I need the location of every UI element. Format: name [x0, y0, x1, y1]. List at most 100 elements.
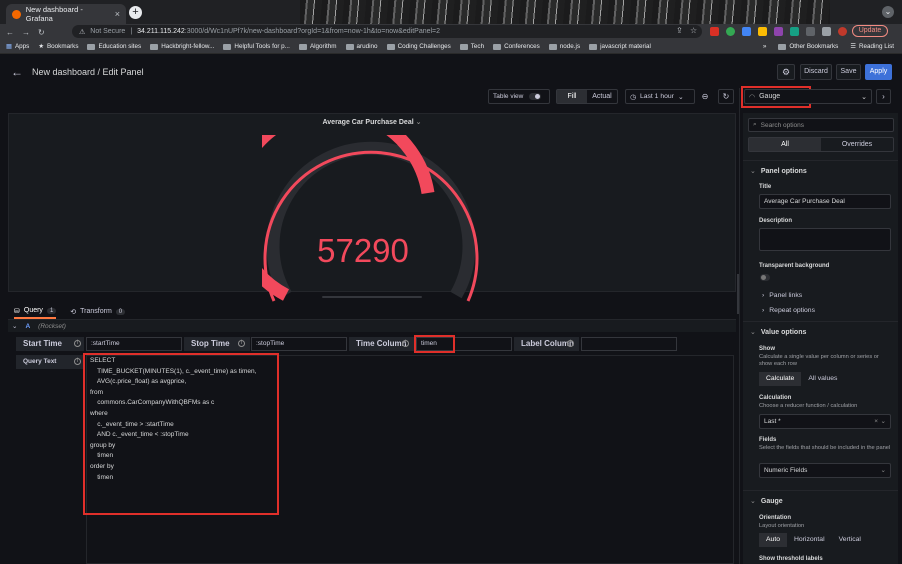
update-button[interactable]: Update: [852, 25, 888, 37]
chevron-down-icon: ⌄: [677, 93, 684, 101]
tab-close-icon[interactable]: ×: [115, 9, 120, 19]
bookmark-folder[interactable]: Education sites: [87, 43, 141, 50]
browser-tab[interactable]: New dashboard - Grafana ×: [6, 4, 126, 24]
clock-icon: ◷: [630, 93, 636, 101]
window-menu-icon[interactable]: ⌄: [882, 6, 894, 18]
calculation-description: Choose a reducer function / calculation: [759, 403, 858, 409]
repeat-options-header[interactable]: › Repeat options: [762, 307, 815, 314]
extension-icon[interactable]: [758, 27, 767, 36]
scrollbar-thumb[interactable]: [737, 274, 739, 314]
orientation-horizontal[interactable]: Horizontal: [787, 533, 832, 547]
stop-time-input[interactable]: :stopTime: [251, 337, 347, 351]
dashboard-settings-button[interactable]: ⚙: [777, 64, 795, 80]
bookmark-folder[interactable]: Tech: [459, 43, 484, 50]
description-textarea[interactable]: [759, 228, 891, 251]
visualization-picker[interactable]: ◠ Gauge ⌄: [744, 89, 872, 104]
gauge-icon: ◠: [749, 93, 756, 101]
toggle-switch[interactable]: [529, 93, 542, 100]
panel-title-wrap[interactable]: Average Car Purchase Deal ⌄: [9, 118, 735, 126]
collapse-options-button[interactable]: ›: [876, 89, 891, 104]
orientation-vertical[interactable]: Vertical: [832, 533, 868, 547]
bookmark-folder[interactable]: Algorithm: [298, 43, 337, 50]
transform-count-badge: 0: [115, 308, 126, 315]
tab-overrides[interactable]: Overrides: [821, 138, 893, 151]
fields-label: Fields: [759, 437, 777, 443]
zoom-out-icon[interactable]: ⊖: [698, 89, 712, 104]
bookmark-folder[interactable]: Conferences: [493, 43, 540, 50]
panel-preview: Average Car Purchase Deal ⌄ 57290: [8, 113, 736, 302]
bookmark-folder[interactable]: Hackbright-fellow...: [150, 43, 214, 50]
extension-icon[interactable]: [806, 27, 815, 36]
tabstrip-background: [300, 0, 830, 24]
fields-select[interactable]: Numeric Fields ⌄: [759, 463, 891, 478]
gauge-options-header[interactable]: ⌄ Gauge: [750, 497, 783, 506]
discard-button[interactable]: Discard: [800, 64, 832, 80]
bookmark-apps[interactable]: ▦ Apps: [6, 43, 29, 50]
calculate-option[interactable]: Calculate: [759, 372, 802, 386]
label-column-input[interactable]: [581, 337, 677, 351]
panel-title: Average Car Purchase Deal: [322, 119, 414, 126]
profile-avatar-icon[interactable]: [838, 27, 847, 36]
chevron-right-icon: ›: [882, 92, 885, 101]
bookmark-folder[interactable]: node.js: [548, 43, 580, 50]
pane-divider: [739, 88, 740, 564]
bookmark-folder[interactable]: Coding Challenges: [386, 43, 451, 50]
save-button[interactable]: Save: [836, 64, 861, 80]
start-time-input[interactable]: :startTime: [86, 337, 182, 351]
collapse-icon[interactable]: ⌄: [12, 322, 17, 330]
refresh-icon[interactable]: ↻: [718, 89, 734, 104]
reload-icon[interactable]: ↻: [38, 28, 45, 37]
puzzle-extensions-icon[interactable]: [822, 27, 831, 36]
transparent-bg-toggle[interactable]: [760, 274, 770, 281]
new-tab-button[interactable]: +: [129, 6, 142, 19]
extension-icon[interactable]: [790, 27, 799, 36]
info-icon: i: [402, 340, 409, 347]
title-input[interactable]: Average Car Purchase Deal: [759, 194, 891, 209]
other-bookmarks[interactable]: Other Bookmarks: [778, 43, 838, 50]
query-row-header[interactable]: ⌄ A (Rockset): [8, 320, 736, 332]
bookmark-folder[interactable]: javascript material: [589, 43, 651, 50]
tab-title: New dashboard - Grafana: [25, 5, 83, 23]
bookmarks-overflow-icon[interactable]: »: [763, 43, 767, 50]
share-icon[interactable]: ⇪: [676, 26, 683, 35]
value-options-header[interactable]: ⌄ Value options: [750, 328, 806, 337]
apply-button[interactable]: Apply: [865, 64, 892, 80]
url-host: 34.211.115.242: [137, 28, 185, 35]
extension-icon[interactable]: [726, 27, 735, 36]
chevron-right-icon: ›: [762, 292, 765, 299]
bookmark-folder[interactable]: Helpful Tools for p...: [223, 43, 290, 50]
extension-icon[interactable]: [742, 27, 751, 36]
back-arrow-icon[interactable]: ←: [11, 65, 23, 79]
reading-list[interactable]: ☰ Reading List: [850, 43, 894, 50]
all-values-option[interactable]: All values: [801, 372, 844, 386]
bookmark-star-icon[interactable]: ☆: [690, 26, 697, 35]
extension-icon[interactable]: [710, 27, 719, 36]
tab-transform[interactable]: ⟲ Transform 0: [70, 304, 126, 319]
chevron-down-icon: ⌄: [750, 329, 756, 336]
tab-all[interactable]: All: [749, 138, 821, 151]
clear-icon[interactable]: ×: [874, 415, 878, 428]
address-bar[interactable]: ⚠ Not Secure | 34.211.115.242:3000/d/Wc1…: [72, 25, 702, 38]
tab-query[interactable]: ⛁ Query 1: [14, 304, 57, 319]
search-options-input[interactable]: ⌕ Search options: [748, 118, 894, 132]
table-view-toggle[interactable]: Table view: [488, 89, 550, 104]
bookmark-bookmarks[interactable]: ★ Bookmarks: [38, 43, 78, 50]
back-nav-icon[interactable]: ←: [6, 28, 14, 37]
forward-nav-icon[interactable]: →: [22, 28, 30, 37]
time-range-picker[interactable]: ◷ Last 1 hour ⌄: [625, 89, 695, 104]
calculation-select[interactable]: Last * × ⌄: [759, 414, 891, 429]
orientation-auto[interactable]: Auto: [759, 533, 787, 547]
panel-options-header[interactable]: ⌄ Panel options: [750, 167, 807, 176]
bookmark-folder[interactable]: arudino: [345, 43, 378, 50]
actual-option[interactable]: Actual: [587, 90, 617, 103]
star-icon: ★: [38, 43, 44, 50]
extension-icon[interactable]: [774, 27, 783, 36]
folder-icon: [223, 43, 232, 50]
title-label: Title: [759, 184, 772, 190]
splitter-handle[interactable]: [322, 296, 422, 298]
folder-icon: [459, 43, 468, 50]
fill-option[interactable]: Fill: [557, 90, 587, 103]
url-divider: |: [130, 28, 133, 35]
chevron-down-icon: ⌄: [861, 93, 867, 101]
panel-links-header[interactable]: › Panel links: [762, 292, 802, 299]
